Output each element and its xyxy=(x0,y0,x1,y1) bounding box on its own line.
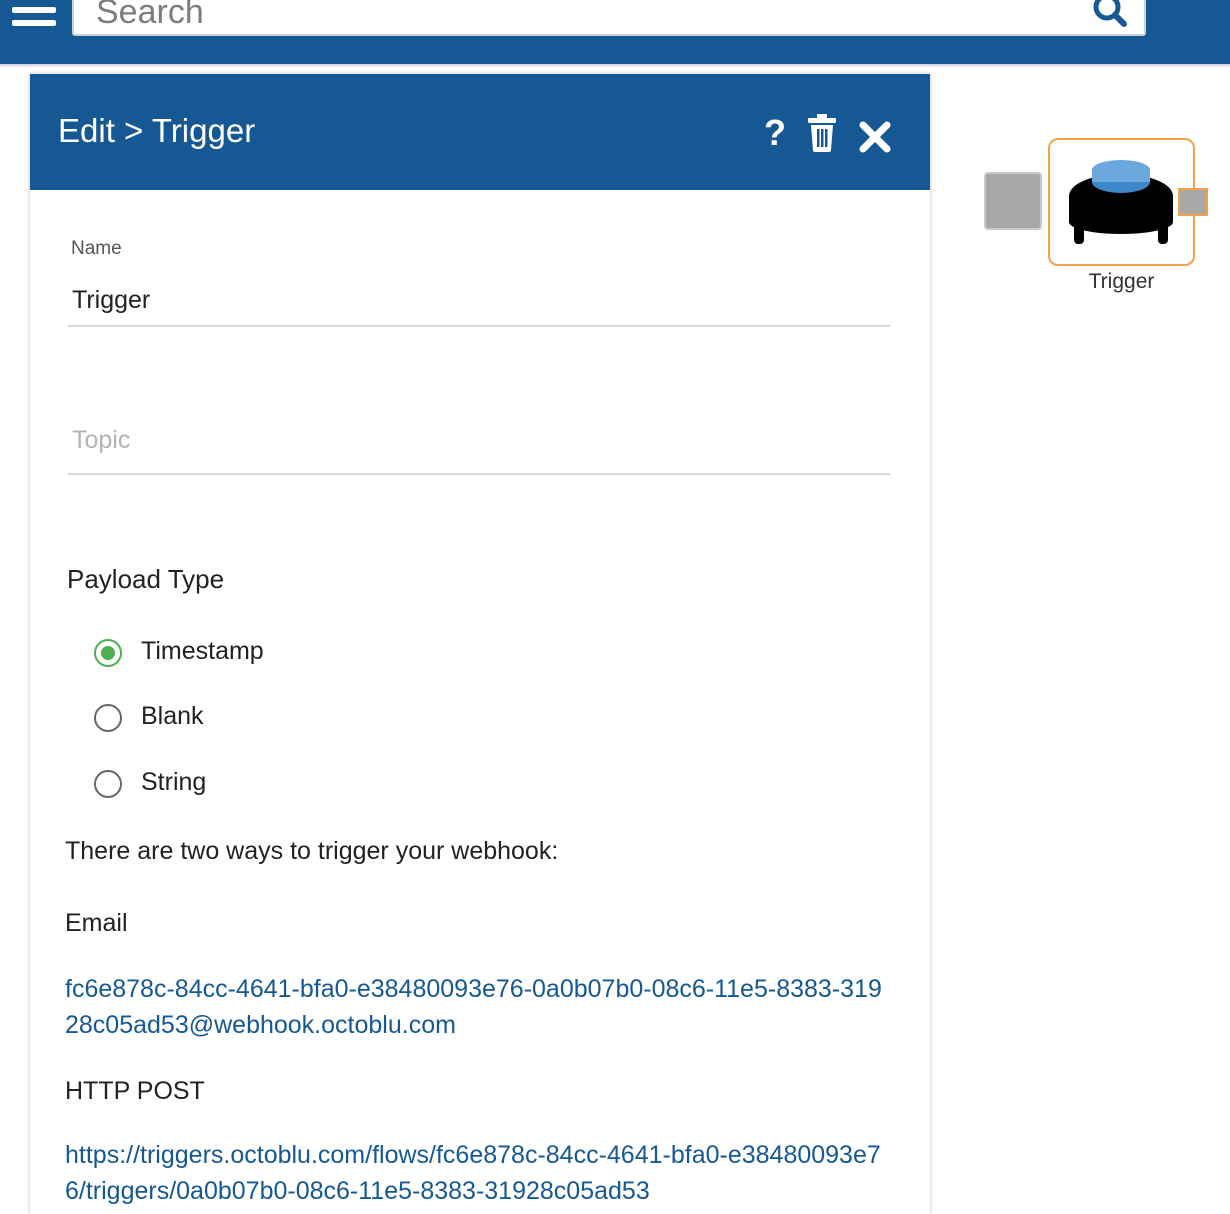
node-box[interactable] xyxy=(1048,138,1195,266)
hamburger-menu-icon[interactable] xyxy=(12,0,56,30)
email-heading: Email xyxy=(65,909,128,937)
radio-label: String xyxy=(141,768,207,796)
trigger-button-icon xyxy=(1069,160,1173,244)
radio-checked-icon[interactable] xyxy=(94,639,122,667)
http-post-url-link[interactable]: https://triggers.octoblu.com/flows/fc6e8… xyxy=(65,1137,885,1209)
name-field[interactable]: Trigger xyxy=(72,286,150,315)
panel-title: Edit > Trigger xyxy=(58,112,256,149)
payload-type-heading: Payload Type xyxy=(67,564,225,594)
search-box[interactable] xyxy=(72,0,1146,36)
search-input[interactable] xyxy=(96,0,1056,30)
node-label: Trigger xyxy=(1088,270,1155,293)
name-label: Name xyxy=(71,238,122,259)
trigger-node[interactable]: Trigger xyxy=(980,136,1220,306)
radio-unchecked-icon[interactable] xyxy=(94,770,122,798)
top-navigation-bar xyxy=(0,0,1230,64)
http-post-heading: HTTP POST xyxy=(65,1077,205,1105)
name-field-underline xyxy=(68,325,890,327)
topbar-shadow xyxy=(0,64,1230,68)
node-input-port[interactable] xyxy=(984,172,1042,230)
close-icon[interactable] xyxy=(858,118,892,156)
webhook-intro-text: There are two ways to trigger your webho… xyxy=(65,837,559,865)
node-output-port[interactable] xyxy=(1178,188,1208,216)
help-icon[interactable]: ? xyxy=(760,114,790,152)
radio-unchecked-icon[interactable] xyxy=(94,704,122,732)
search-icon[interactable] xyxy=(1090,0,1130,30)
topic-field[interactable]: Topic xyxy=(72,426,130,455)
email-address-link[interactable]: fc6e878c-84cc-4641-bfa0-e38480093e76-0a0… xyxy=(65,971,885,1043)
panel-header: Edit > Trigger ? xyxy=(30,74,930,190)
radio-label: Blank xyxy=(141,702,204,730)
topic-field-underline xyxy=(68,473,890,475)
radio-label: Timestamp xyxy=(141,637,264,665)
trash-icon[interactable] xyxy=(806,114,838,152)
edit-trigger-panel: Edit > Trigger ? Name Trigger Topic Payl… xyxy=(30,74,930,1214)
